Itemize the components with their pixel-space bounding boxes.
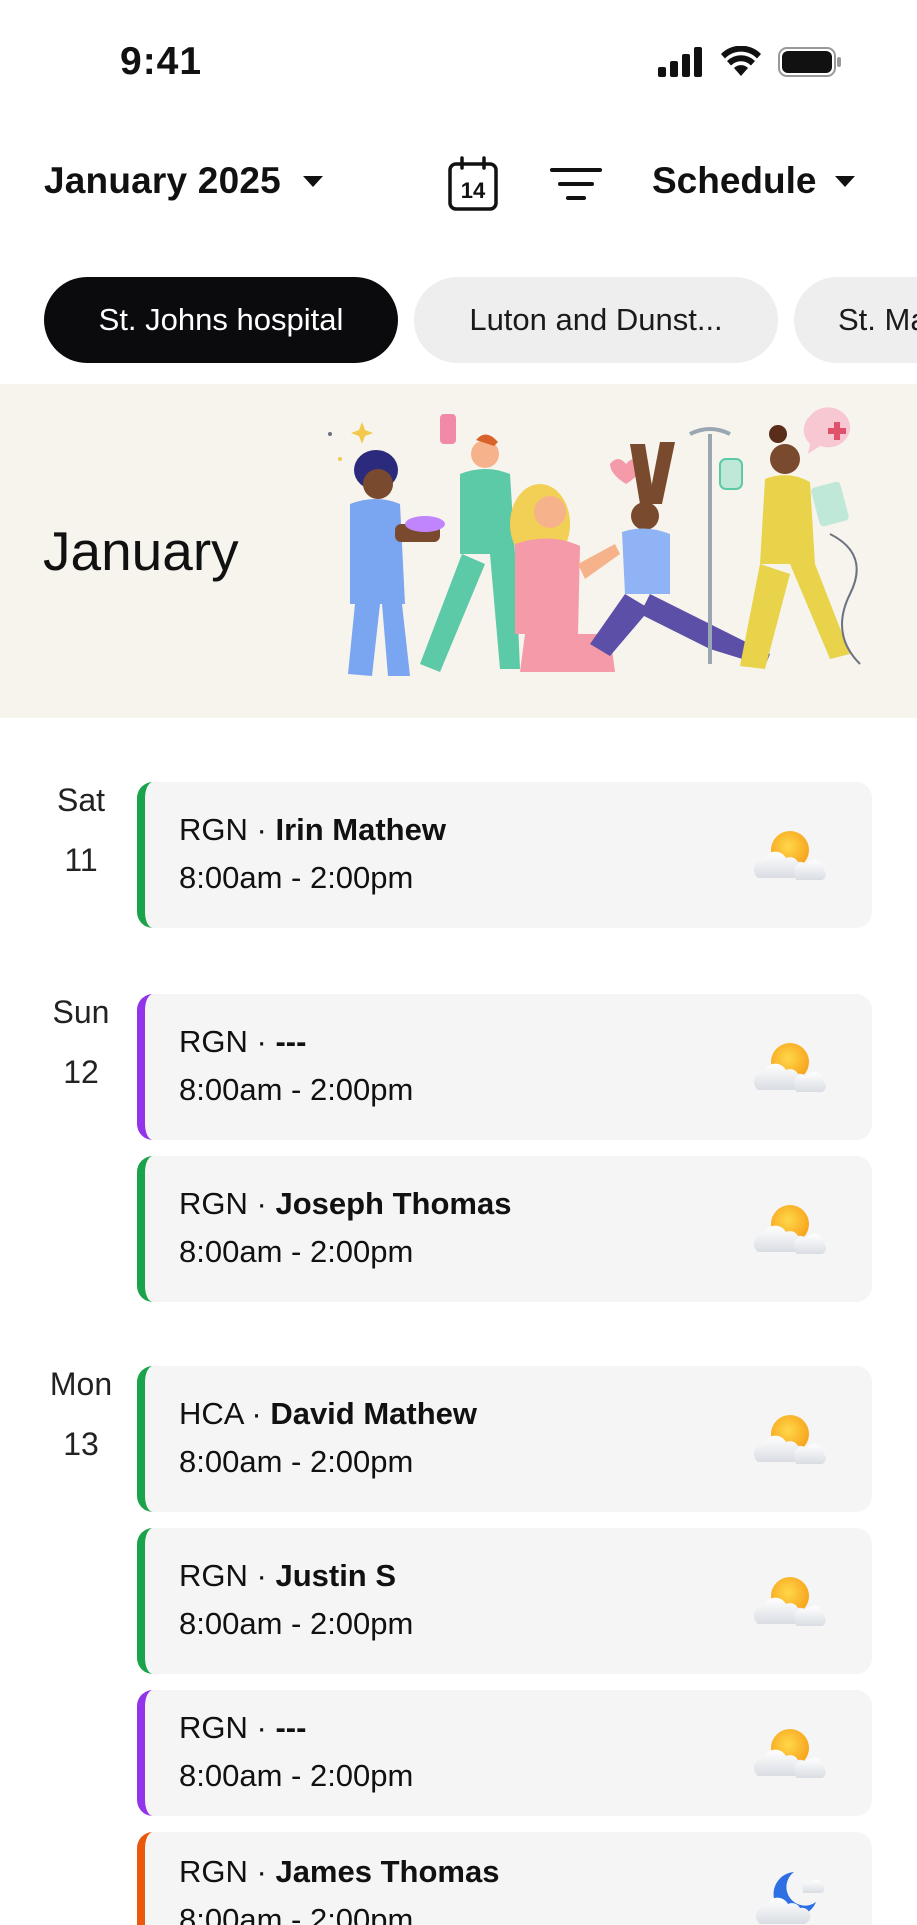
shift-time: 8:00am - 2:00pm bbox=[179, 1444, 414, 1479]
month-label: January 2025 bbox=[44, 160, 281, 201]
sun-cloud-icon bbox=[746, 1038, 828, 1098]
shift-time: 8:00am - 2:00pm bbox=[179, 1606, 414, 1641]
sun-cloud-icon bbox=[746, 1572, 828, 1632]
shift-staff-name: David Mathew bbox=[270, 1396, 478, 1431]
wifi-icon bbox=[721, 46, 761, 76]
chip-st-johns-hospital[interactable]: St. Johns hospital bbox=[44, 277, 398, 363]
shift-card[interactable]: RGN · --- 8:00am - 2:00pm bbox=[137, 994, 872, 1140]
shift-separator: · bbox=[247, 1186, 276, 1221]
chip-luton-and-dunstable[interactable]: Luton and Dunst... bbox=[414, 277, 778, 363]
shift-title: HCA · David Mathew bbox=[179, 1396, 477, 1432]
signal-icon bbox=[658, 47, 702, 77]
shift-time: 8:00am - 2:00pm bbox=[179, 860, 414, 895]
shift-staff-name: James Thomas bbox=[275, 1854, 500, 1889]
shift-separator: · bbox=[242, 1396, 271, 1431]
shift-card[interactable]: RGN · Joseph Thomas 8:00am - 2:00pm bbox=[137, 1156, 872, 1302]
shift-card[interactable]: HCA · David Mathew 8:00am - 2:00pm bbox=[137, 1366, 872, 1512]
shift-role: RGN bbox=[179, 1186, 248, 1221]
shift-role: RGN bbox=[179, 1854, 248, 1889]
hospital-chips: St. Johns hospital Luton and Dunst... St. … bbox=[44, 277, 917, 365]
chip-st-ma[interactable]: St. Ma bbox=[794, 277, 917, 363]
shift-separator: · bbox=[247, 812, 276, 847]
sun-cloud-icon bbox=[746, 1410, 828, 1470]
shift-card[interactable]: RGN · James Thomas 8:00am - 2:00pm bbox=[137, 1832, 872, 1925]
moon-cloud-icon bbox=[746, 1868, 828, 1925]
calendar-day-number: 14 bbox=[461, 178, 486, 203]
sun-cloud-icon bbox=[746, 826, 828, 886]
shift-title: RGN · Irin Mathew bbox=[179, 812, 446, 848]
filter-button[interactable] bbox=[550, 164, 602, 204]
sun-cloud-icon bbox=[746, 1724, 828, 1784]
shift-staff-name: --- bbox=[275, 1710, 307, 1745]
status-bar: 9:41 bbox=[0, 0, 917, 130]
view-picker[interactable]: Schedule bbox=[652, 160, 855, 202]
healthcare-workers-illustration bbox=[328, 407, 861, 676]
shift-card[interactable]: RGN · --- 8:00am - 2:00pm bbox=[137, 1690, 872, 1816]
shift-staff-name: Justin S bbox=[275, 1558, 397, 1593]
shift-title: RGN · Joseph Thomas bbox=[179, 1186, 511, 1222]
shift-separator: · bbox=[247, 1024, 276, 1059]
shift-time: 8:00am - 2:00pm bbox=[179, 1072, 414, 1107]
month-banner: January bbox=[0, 384, 917, 718]
shift-title: RGN · Justin S bbox=[179, 1558, 396, 1594]
shift-role: HCA bbox=[179, 1396, 243, 1431]
shift-role: RGN bbox=[179, 1558, 248, 1593]
banner-month-title: January bbox=[43, 520, 239, 582]
shift-title: RGN · --- bbox=[179, 1710, 306, 1746]
shift-separator: · bbox=[247, 1854, 276, 1889]
sun-cloud-icon bbox=[746, 1200, 828, 1260]
shift-staff-name: Joseph Thomas bbox=[275, 1186, 512, 1221]
view-label: Schedule bbox=[652, 160, 817, 201]
calendar-icon: 14 bbox=[448, 156, 498, 211]
shift-staff-name: --- bbox=[275, 1024, 307, 1059]
shift-separator: · bbox=[247, 1710, 276, 1745]
shift-role: RGN bbox=[179, 812, 248, 847]
header: January 2025 14 Schedule bbox=[0, 150, 917, 220]
status-time: 9:41 bbox=[120, 40, 203, 83]
shift-card[interactable]: RGN · Justin S 8:00am - 2:00pm bbox=[137, 1528, 872, 1674]
battery-icon bbox=[778, 47, 841, 77]
shift-title: RGN · --- bbox=[179, 1024, 306, 1060]
shift-time: 8:00am - 2:00pm bbox=[179, 1234, 414, 1269]
status-icons bbox=[658, 46, 842, 78]
shift-role: RGN bbox=[179, 1024, 248, 1059]
shift-time: 8:00am - 2:00pm bbox=[179, 1758, 414, 1793]
shift-title: RGN · James Thomas bbox=[179, 1854, 499, 1890]
month-picker[interactable]: January 2025 bbox=[44, 160, 323, 202]
calendar-today-button[interactable]: 14 bbox=[447, 156, 499, 212]
shift-staff-name: Irin Mathew bbox=[275, 812, 446, 847]
shift-card[interactable]: RGN · Irin Mathew 8:00am - 2:00pm bbox=[137, 782, 872, 928]
shift-role: RGN bbox=[179, 1710, 248, 1745]
chevron-down-icon bbox=[302, 175, 323, 187]
shift-separator: · bbox=[247, 1558, 276, 1593]
filter-icon bbox=[550, 168, 602, 200]
shift-time: 8:00am - 2:00pm bbox=[179, 1902, 414, 1925]
chevron-down-icon bbox=[834, 175, 855, 187]
